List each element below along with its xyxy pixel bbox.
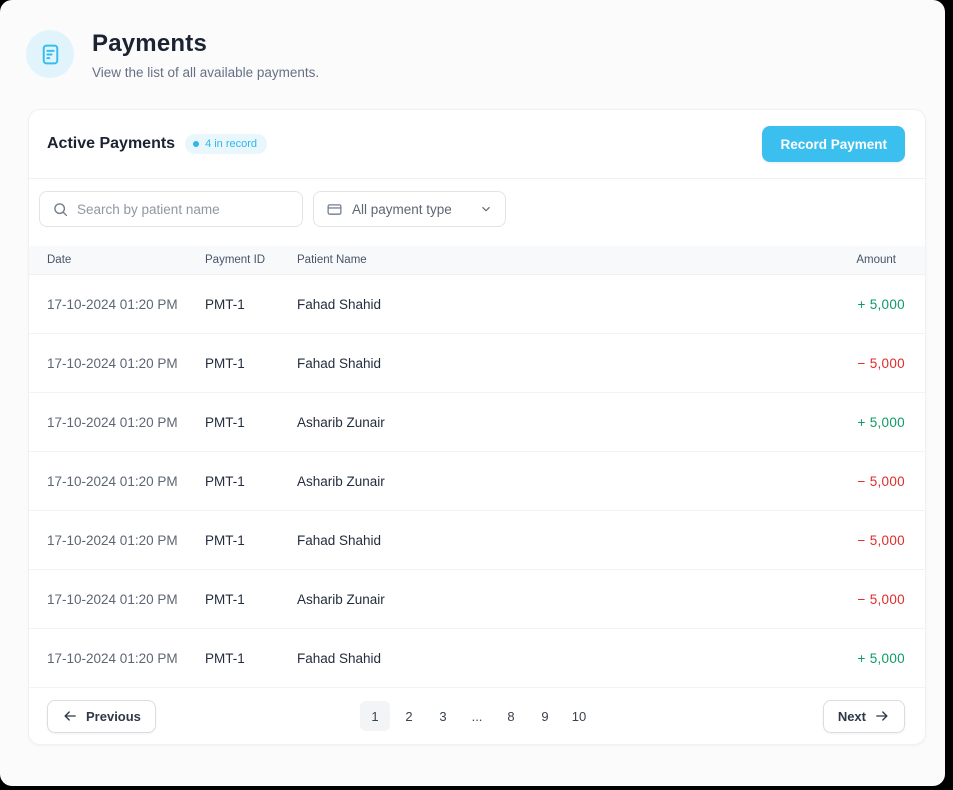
pagination-page-10[interactable]: 10 [564,701,594,731]
search-icon [52,201,69,218]
previous-button-label: Previous [86,709,141,724]
column-header-date: Date [47,254,205,266]
cell-patient-name: Asharib Zunair [297,474,765,489]
pagination-ellipsis[interactable]: ... [462,701,492,731]
payments-page: Payments View the list of all available … [0,0,945,786]
page-subtitle: View the list of all available payments. [92,65,319,80]
cell-amount: − 5,000 [765,592,905,607]
cell-patient-name: Fahad Shahid [297,533,765,548]
table-row: 17-10-2024 01:20 PM PMT-1 Fahad Shahid −… [29,334,925,393]
column-header-amount: Amount [765,254,905,266]
active-payments-card: Active Payments 4 in record Record Payme… [28,109,926,745]
record-count-badge: 4 in record [185,134,267,154]
document-icon [38,42,63,67]
cell-amount: − 5,000 [765,474,905,489]
cell-patient-name: Asharib Zunair [297,415,765,430]
table-body: 17-10-2024 01:20 PM PMT-1 Fahad Shahid +… [29,275,925,688]
payment-type-dropdown[interactable]: All payment type [313,191,506,227]
record-payment-button[interactable]: Record Payment [762,126,905,162]
payments-avatar [26,30,74,78]
cell-payment-id: PMT-1 [205,415,297,430]
chevron-down-icon [479,202,493,216]
card-title: Active Payments [47,135,175,153]
card-header: Active Payments 4 in record Record Payme… [29,110,925,179]
cell-amount: + 5,000 [765,415,905,430]
cell-patient-name: Asharib Zunair [297,592,765,607]
cell-payment-id: PMT-1 [205,651,297,666]
cell-date: 17-10-2024 01:20 PM [47,651,205,666]
table-row: 17-10-2024 01:20 PM PMT-1 Fahad Shahid +… [29,275,925,334]
pagination-page-3[interactable]: 3 [428,701,458,731]
pagination-bar: Previous 123...8910 Next [29,688,925,744]
cell-payment-id: PMT-1 [205,297,297,312]
table-header-row: Date Payment ID Patient Name Amount [29,246,925,275]
arrow-left-icon [62,708,78,724]
filters-row: All payment type [29,179,925,246]
badge-label: 4 in record [205,138,257,150]
search-input[interactable] [77,202,290,217]
cell-date: 17-10-2024 01:20 PM [47,592,205,607]
card-title-group: Active Payments 4 in record [47,134,267,154]
arrow-right-icon [874,708,890,724]
next-button[interactable]: Next [823,700,905,733]
cell-amount: − 5,000 [765,356,905,371]
cell-patient-name: Fahad Shahid [297,297,765,312]
payments-table: Date Payment ID Patient Name Amount 17-1… [29,246,925,688]
cell-date: 17-10-2024 01:20 PM [47,533,205,548]
cell-date: 17-10-2024 01:20 PM [47,297,205,312]
next-button-label: Next [838,709,866,724]
previous-button[interactable]: Previous [47,700,156,733]
badge-dot-icon [193,141,199,147]
cell-payment-id: PMT-1 [205,474,297,489]
cell-payment-id: PMT-1 [205,592,297,607]
column-header-payment-id: Payment ID [205,254,297,266]
cell-date: 17-10-2024 01:20 PM [47,415,205,430]
table-row: 17-10-2024 01:20 PM PMT-1 Asharib Zunair… [29,452,925,511]
cell-amount: + 5,000 [765,651,905,666]
table-row: 17-10-2024 01:20 PM PMT-1 Fahad Shahid −… [29,511,925,570]
cell-date: 17-10-2024 01:20 PM [47,356,205,371]
cell-date: 17-10-2024 01:20 PM [47,474,205,489]
pagination-pages: 123...8910 [360,701,594,731]
cell-amount: + 5,000 [765,297,905,312]
table-row: 17-10-2024 01:20 PM PMT-1 Asharib Zunair… [29,393,925,452]
credit-card-icon [326,201,343,218]
pagination-page-2[interactable]: 2 [394,701,424,731]
patient-search-box[interactable] [39,191,303,227]
page-header-text: Payments View the list of all available … [92,30,319,80]
cell-payment-id: PMT-1 [205,533,297,548]
cell-payment-id: PMT-1 [205,356,297,371]
cell-patient-name: Fahad Shahid [297,356,765,371]
page-title: Payments [92,30,319,58]
pagination-page-8[interactable]: 8 [496,701,526,731]
table-row: 17-10-2024 01:20 PM PMT-1 Fahad Shahid +… [29,629,925,688]
cell-patient-name: Fahad Shahid [297,651,765,666]
pagination-page-9[interactable]: 9 [530,701,560,731]
cell-amount: − 5,000 [765,533,905,548]
table-row: 17-10-2024 01:20 PM PMT-1 Asharib Zunair… [29,570,925,629]
page-header: Payments View the list of all available … [0,0,945,80]
column-header-patient-name: Patient Name [297,254,765,266]
pagination-page-1[interactable]: 1 [360,701,390,731]
payment-type-selected: All payment type [352,202,470,217]
